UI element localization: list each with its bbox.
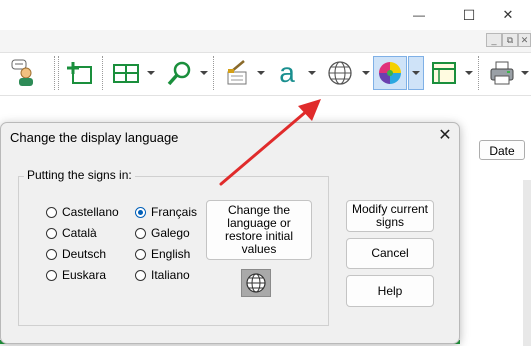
globe-language-icon: [328, 61, 352, 85]
color-wheel-icon: [379, 62, 401, 84]
mdi-control-strip: [0, 30, 531, 52]
grid-layout-dropdown[interactable]: [147, 71, 155, 75]
change-language-label: Change the language or restore initial v…: [224, 203, 294, 256]
user-sign-icon: [11, 59, 33, 86]
zoom-dropdown[interactable]: [200, 71, 208, 75]
radio-label: Deutsch: [62, 247, 107, 261]
zoom-icon: [167, 61, 191, 86]
radio-label: Italiano: [151, 268, 190, 282]
language-button[interactable]: [324, 57, 356, 89]
mdi-restore-button[interactable]: ⧉: [502, 33, 518, 47]
radio-circle: [46, 269, 57, 281]
minimize-button[interactable]: —: [396, 0, 442, 30]
date-button[interactable]: Date: [479, 140, 525, 160]
modify-signs-label: Modify current signs: [351, 202, 429, 229]
language-globe-button[interactable]: [241, 269, 271, 297]
help-label: Help: [377, 283, 403, 298]
print-dropdown[interactable]: [521, 71, 529, 75]
radio-circle-selected: [135, 206, 146, 218]
font-dropdown[interactable]: [308, 71, 316, 75]
radio-label: English: [151, 247, 191, 261]
table-view-dropdown[interactable]: [465, 71, 473, 75]
radio-circle: [135, 269, 146, 281]
zoom-button[interactable]: [164, 57, 196, 89]
grid-layout-icon: [113, 64, 139, 83]
mdi-minimize-button[interactable]: _: [486, 33, 502, 47]
color-wheel-dropdown-arrow: [412, 71, 420, 75]
toolbar-separator: [213, 56, 215, 90]
modify-signs-button[interactable]: Modify current signs: [346, 200, 434, 232]
radio-deutsch[interactable]: Deutsch: [46, 246, 106, 262]
radio-circle: [135, 248, 146, 260]
language-dropdown[interactable]: [362, 71, 370, 75]
radio-euskara[interactable]: Euskara: [46, 267, 106, 283]
scrollbar[interactable]: [523, 180, 531, 346]
group-label: Putting the signs in:: [24, 168, 135, 182]
maximize-icon: ☐: [462, 6, 476, 23]
radio-catala[interactable]: Català: [46, 225, 97, 241]
style-brush-icon: [227, 60, 247, 85]
radio-italiano[interactable]: Italiano: [135, 267, 190, 283]
minimize-icon: —: [413, 8, 425, 22]
grid-layout-button[interactable]: [110, 57, 142, 89]
add-frame-icon: [67, 62, 92, 84]
radio-label: Français: [151, 205, 198, 219]
change-language-button[interactable]: Change the language or restore initial v…: [206, 200, 312, 260]
radio-english[interactable]: English: [135, 246, 190, 262]
radio-label: Castellano: [62, 205, 119, 219]
user-sign-button[interactable]: [8, 57, 40, 89]
toolbar-separator: [54, 56, 56, 90]
radio-label: Català: [62, 226, 97, 240]
print-button[interactable]: [486, 57, 518, 89]
close-window-button[interactable]: ✕: [485, 0, 531, 30]
style-brush-dropdown[interactable]: [257, 71, 265, 75]
cancel-label: Cancel: [371, 246, 409, 260]
radio-circle: [46, 227, 57, 239]
toolbar-separator: [58, 56, 60, 90]
font-button[interactable]: a: [271, 57, 303, 89]
font-a-icon: a: [279, 57, 295, 88]
table-view-icon: [432, 62, 456, 84]
cancel-button[interactable]: Cancel: [346, 238, 434, 269]
mdi-close-button[interactable]: ✕: [518, 33, 531, 47]
help-button[interactable]: Help: [346, 275, 434, 307]
dialog-title: Change the display language: [10, 130, 179, 145]
close-icon: ✕: [502, 7, 514, 22]
radio-label: Euskara: [62, 268, 107, 282]
dialog-close-button[interactable]: ✕: [433, 126, 457, 146]
radio-circle: [46, 248, 57, 260]
radio-circle: [46, 206, 57, 218]
globe-icon: [246, 273, 266, 293]
add-frame-button[interactable]: [64, 57, 96, 89]
toolbar-separator: [478, 56, 480, 90]
radio-circle: [135, 227, 146, 239]
radio-castellano[interactable]: Castellano: [46, 204, 119, 220]
color-wheel-button[interactable]: [373, 56, 407, 90]
table-view-button[interactable]: [428, 57, 460, 89]
toolbar-separator: [102, 56, 104, 90]
radio-galego[interactable]: Galego: [135, 225, 190, 241]
printer-icon: [490, 61, 514, 85]
radio-francais[interactable]: Français: [135, 204, 197, 220]
radio-label: Galego: [151, 226, 190, 240]
style-brush-button[interactable]: [221, 57, 253, 89]
close-icon: ✕: [438, 127, 452, 144]
